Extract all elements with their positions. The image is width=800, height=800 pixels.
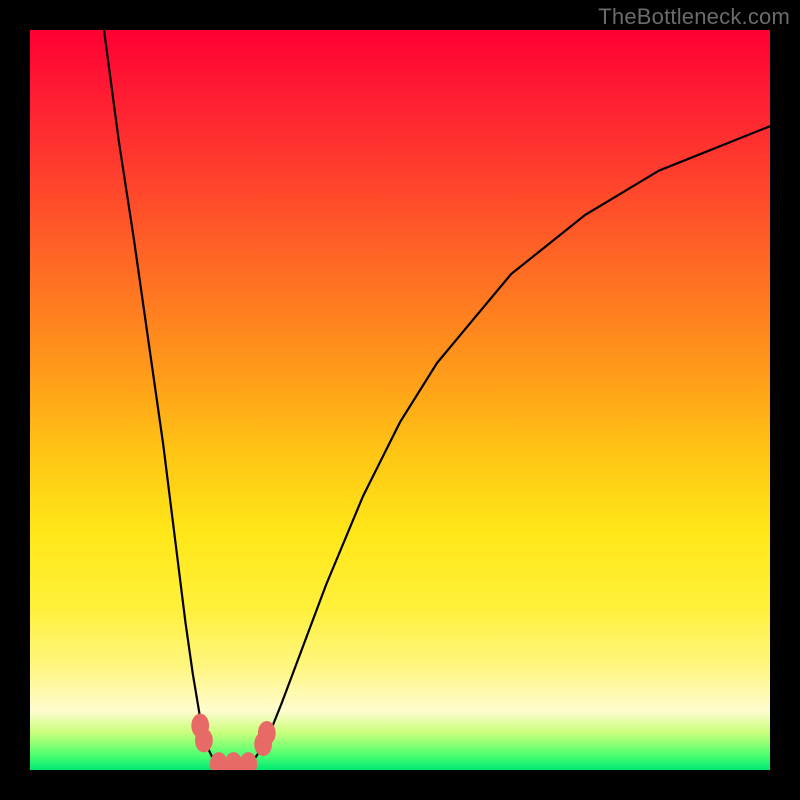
- chart-stage: TheBottleneck.com: [0, 0, 800, 800]
- curve-right-branch: [245, 126, 770, 770]
- marker-4: [239, 752, 257, 770]
- marker-layer: [191, 714, 275, 770]
- chart-svg: [30, 30, 770, 770]
- curve-left-branch: [104, 30, 222, 770]
- marker-6: [258, 721, 276, 745]
- marker-1: [195, 728, 213, 752]
- watermark-text: TheBottleneck.com: [598, 4, 790, 30]
- curve-layer: [104, 30, 770, 770]
- plot-area: [30, 30, 770, 770]
